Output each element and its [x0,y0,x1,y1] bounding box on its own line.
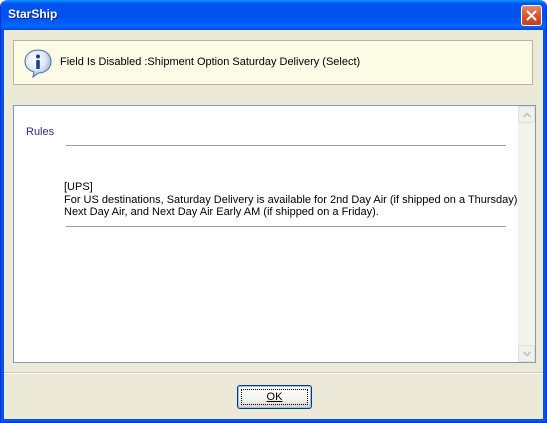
focus-rectangle [241,389,308,405]
rules-panel[interactable]: Rules [UPS] For US destinations, Saturda… [13,105,536,363]
dialog-window: StarShip Field Is Disabled :Shipment Opt… [0,0,547,423]
info-icon [24,49,52,78]
chevron-down-icon [523,351,531,357]
window-title: StarShip [8,7,58,21]
rules-separator-bottom [66,226,506,227]
message-text: Field Is Disabled :Shipment Option Satur… [60,56,361,68]
window-frame-right [543,30,546,422]
rules-line-1: For US destinations, Saturday Delivery i… [64,193,521,206]
title-bar[interactable]: StarShip [1,0,546,30]
vertical-scrollbar[interactable] [518,106,535,362]
rules-separator-top [66,145,506,146]
close-icon [526,10,537,21]
footer-divider [4,372,543,374]
rules-carrier: [UPS] [64,181,93,193]
ok-button[interactable]: OK [237,385,312,409]
rules-text: [UPS] For US destinations, Saturday Deli… [64,181,521,219]
chevron-up-icon [523,112,531,118]
rules-line-2: Next Day Air, and Next Day Air Early AM … [64,206,379,218]
scroll-down-button[interactable] [518,345,535,362]
window-frame-left [1,30,4,422]
message-box: Field Is Disabled :Shipment Option Satur… [13,40,533,85]
close-button[interactable] [521,5,542,26]
scroll-up-button[interactable] [518,106,535,123]
rules-label: Rules [26,126,55,138]
window-frame-bottom [1,419,546,422]
